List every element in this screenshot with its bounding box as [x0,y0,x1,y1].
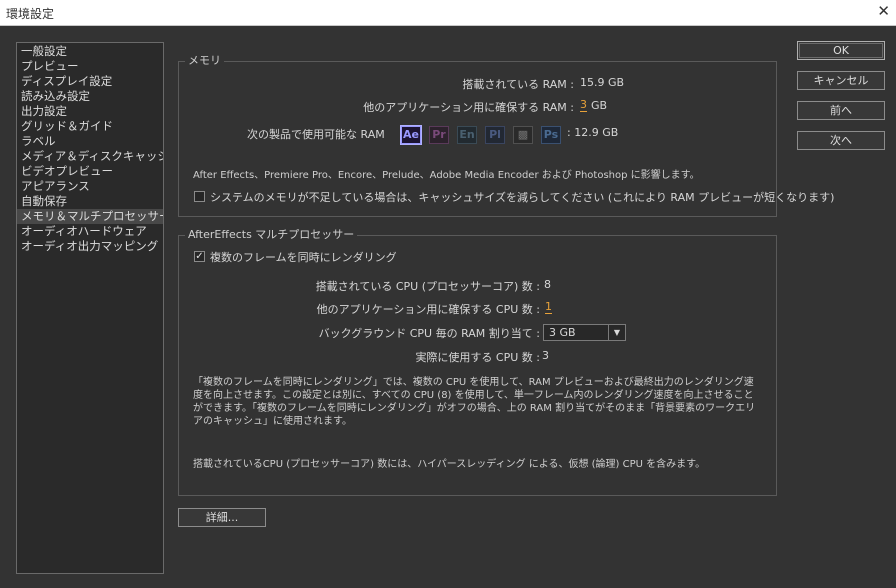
chevron-down-icon[interactable]: ▼ [608,325,625,340]
cpu-reserved-input[interactable]: 1 [545,301,552,314]
render-multiple-frames-label: 複数のフレームを同時にレンダリング [210,251,397,264]
multiprocessor-group-legend: AfterEffects マルチプロセッサー [185,228,358,242]
prelude-icon: Pl [485,126,505,144]
cpu-installed-label: 搭載されている CPU (プロセッサーコア) 数 : [315,280,540,293]
sidebar-item[interactable]: メディア＆ディスクキャッシュ [17,149,163,164]
sidebar-item[interactable]: プレビュー [17,59,163,74]
multiprocessor-footnote: 搭載されているCPU (プロセッサーコア) 数には、ハイパースレッディング によ… [193,459,706,470]
next-button[interactable]: 次へ [797,131,885,150]
sidebar-item[interactable]: 読み込み設定 [17,89,163,104]
bg-ram-label: バックグラウンド CPU 毎の RAM 割り当て : [318,327,540,340]
sidebar-item[interactable]: グリッド＆ガイド [17,119,163,134]
render-multiple-frames-checkbox[interactable]: ✓ [194,251,205,262]
sidebar-item[interactable]: ディスプレイ設定 [17,74,163,89]
media-encoder-icon: ▩ [513,126,533,144]
cpu-installed-value: 8 [544,278,551,291]
actual-cpu-value: 3 [542,349,549,362]
sidebar-item[interactable]: アピアランス [17,179,163,194]
sidebar-item[interactable]: メモリ＆マルチプロセッサー [17,209,163,224]
title-bar: 環境設定 ✕ [0,0,896,26]
previous-button[interactable]: 前へ [797,101,885,120]
reserved-ram-unit: GB [591,99,608,112]
sidebar-item[interactable]: ビデオプレビュー [17,164,163,179]
available-ram-value: : 12.9 GB [567,126,619,139]
reduce-cache-checkbox[interactable] [194,191,205,202]
cpu-reserved-label: 他のアプリケーション用に確保する CPU 数 : [316,303,540,316]
available-ram-label: 次の製品で使用可能な RAM [247,128,385,141]
sidebar-item[interactable]: 出力設定 [17,104,163,119]
sidebar-item[interactable]: 自動保存 [17,194,163,209]
reserved-ram-label: 他のアプリケーション用に確保する RAM : [363,101,574,114]
reduce-cache-label: システムのメモリが不足している場合は、キャッシュサイズを減らしてください (これ… [210,191,835,204]
reserved-ram-input[interactable]: 3 [580,99,587,112]
sidebar-item[interactable]: オーディオ出力マッピング [17,239,163,254]
details-button[interactable]: 詳細... [178,508,266,527]
actual-cpu-label: 実際に使用する CPU 数 : [415,351,540,364]
bg-ram-dropdown[interactable]: 3 GB ▼ [543,324,626,341]
sidebar-item[interactable]: オーディオハードウェア [17,224,163,239]
sidebar-item[interactable]: 一般設定 [17,44,163,59]
cancel-button[interactable]: キャンセル [797,71,885,90]
close-icon[interactable]: ✕ [877,2,890,20]
encore-icon: En [457,126,477,144]
installed-ram-label: 搭載されている RAM : [462,78,574,91]
preferences-category-list: 一般設定 プレビュー ディスプレイ設定 読み込み設定 出力設定 グリッド＆ガイド ラベル メデ… [16,42,164,574]
memory-group-legend: メモリ [185,54,224,68]
multiprocessor-description: 「複数のフレームを同時にレンダリング」では、複数の CPU を使用して、RAM … [193,377,756,427]
memory-note: After Effects、Premiere Pro、Encore、Prelud… [193,170,700,181]
ok-button[interactable]: OK [797,41,885,60]
window-title: 環境設定 [6,7,55,21]
bg-ram-dropdown-value: 3 GB [549,326,576,339]
photoshop-icon: Ps [541,126,561,144]
premiere-pro-icon: Pr [429,126,449,144]
after-effects-icon: Ae [400,125,422,145]
installed-ram-value: 15.9 GB [580,76,625,89]
sidebar-item[interactable]: ラベル [17,134,163,149]
